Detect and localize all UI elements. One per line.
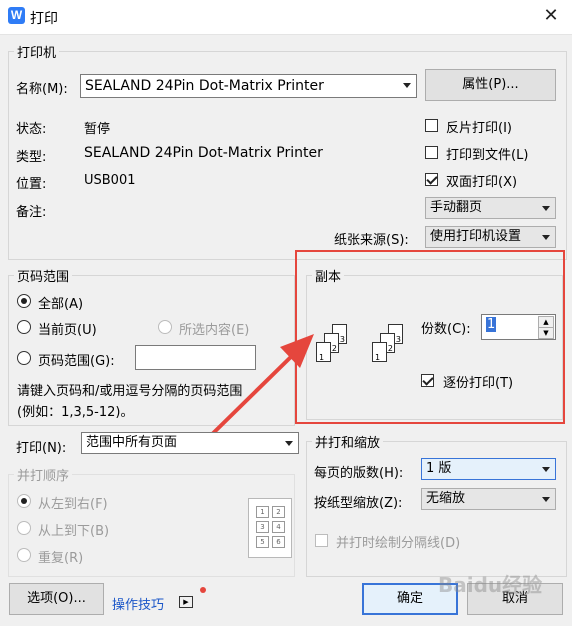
chevron-down-icon [542,467,550,472]
scale-value: 无缩放 [426,491,466,506]
print-what-label: 打印(N): [16,441,67,456]
pages-per-sheet-select[interactable]: 1 版 [421,458,556,480]
zoom-group-label: 并打和缩放 [315,436,381,451]
scale-label: 按纸型缩放(Z): [314,496,403,511]
notification-dot-icon [200,587,206,593]
tips-link[interactable]: 操作技巧 [112,594,164,613]
draw-borders-checkbox [315,534,328,547]
print-order-group-label: 并打顺序 [17,469,70,484]
order-ttb-radio [17,521,31,535]
order-repeat-label: 重复(R) [38,551,84,566]
order-ltr-label: 从左到右(F) [38,497,108,512]
draw-borders-label: 并打时绘制分隔线(D) [336,536,461,551]
order-repeat-radio [17,548,31,562]
options-button[interactable]: 选项(O)... [9,583,104,615]
chevron-down-icon [285,441,293,446]
order-ttb-label: 从上到下(B) [38,524,110,539]
order-ltr-radio [17,494,31,508]
order-preview-icon: 1 2 3 4 5 6 [248,498,292,558]
print-what-select[interactable]: 范围中所有页面 [81,432,299,454]
scale-select[interactable]: 无缩放 [421,488,556,510]
video-icon[interactable]: ▶ [179,596,193,608]
pages-per-sheet-value: 1 版 [426,461,452,476]
print-what-value: 范围中所有页面 [86,435,178,450]
chevron-down-icon [542,497,550,502]
watermark: Baidu经验 [438,573,543,597]
pages-per-sheet-label: 每页的版数(H): [314,466,404,481]
